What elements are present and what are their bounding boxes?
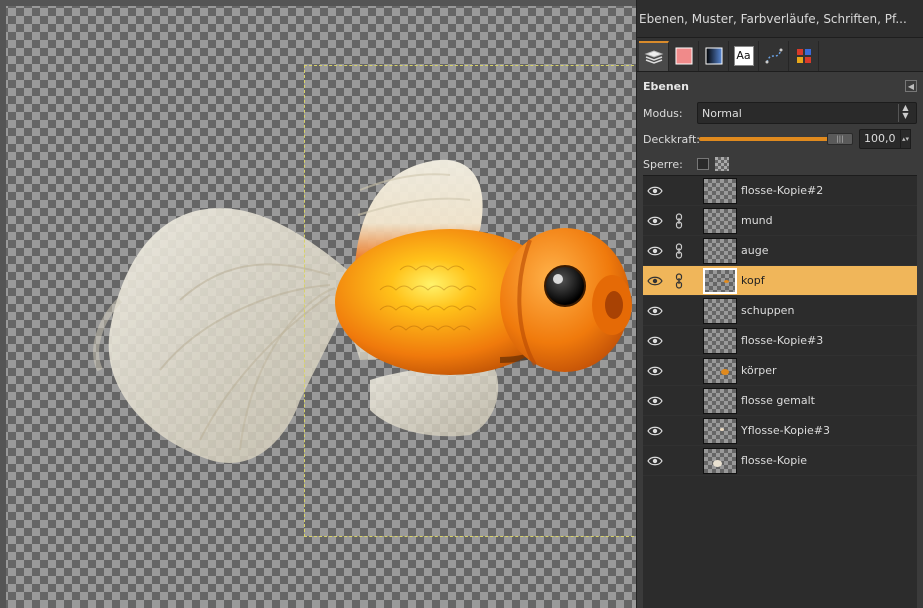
layers-list: flosse-Kopie#2 mund auge kopf schuppen flosse… [643, 175, 917, 608]
layer-name: flosse-Kopie [741, 454, 808, 467]
chain-link-icon[interactable] [667, 386, 691, 416]
layer-name: auge [741, 244, 769, 257]
layer-thumbnail [703, 237, 737, 264]
tab-paths[interactable] [759, 41, 789, 71]
chain-link-icon[interactable] [667, 296, 691, 326]
layers-icon [644, 50, 663, 64]
pattern-swatch-icon [675, 47, 692, 65]
chain-link-icon[interactable] [667, 326, 691, 356]
layer-row[interactable]: schuppen [643, 296, 917, 326]
layer-name: Yflosse-Kopie#3 [741, 424, 830, 437]
layer-name: flosse-Kopie#2 [741, 184, 824, 197]
layer-thumbnail [703, 207, 737, 234]
chain-link-icon[interactable] [667, 206, 691, 236]
layer-row[interactable]: mund [643, 206, 917, 236]
lock-pixels-checkbox[interactable] [697, 158, 709, 170]
panel-menu-button[interactable]: ◀ [905, 80, 917, 92]
tab-patterns[interactable] [669, 41, 699, 71]
tab-layers[interactable] [639, 41, 669, 71]
chevron-updown-icon: ▲ ▼ [898, 104, 912, 122]
layer-row[interactable]: kopf [643, 266, 917, 296]
chain-link-icon[interactable] [667, 446, 691, 476]
layer-name: körper [741, 364, 777, 377]
eye-icon[interactable] [643, 266, 667, 296]
layer-row[interactable]: flosse-Kopie#3 [643, 326, 917, 356]
tab-fonts[interactable]: Aa [729, 41, 759, 71]
mode-select[interactable]: Normal ▲ ▼ [697, 102, 917, 124]
layer-row[interactable]: auge [643, 236, 917, 266]
layer-name: schuppen [741, 304, 795, 317]
layer-thumbnail [703, 327, 737, 354]
paths-icon [765, 48, 782, 64]
eye-icon[interactable] [643, 176, 667, 206]
eye-icon[interactable] [643, 236, 667, 266]
tab-palettes[interactable] [789, 41, 819, 71]
eye-icon[interactable] [643, 326, 667, 356]
layers-dock: Ebenen, Muster, Farbverläufe, Schriften,… [636, 0, 923, 608]
chain-link-icon[interactable] [667, 416, 691, 446]
chain-link-icon[interactable] [667, 356, 691, 386]
triangle-left-icon: ◀ [907, 81, 915, 91]
layer-row[interactable]: Yflosse-Kopie#3 [643, 416, 917, 446]
layer-thumbnail [703, 417, 737, 444]
spin-arrows-icon[interactable]: ▴▾ [901, 129, 911, 149]
gradient-icon [705, 47, 722, 65]
layer-thumbnail [703, 177, 737, 204]
font-icon: Aa [733, 46, 754, 66]
eye-icon[interactable] [643, 446, 667, 476]
image-canvas[interactable] [0, 0, 636, 608]
opacity-slider[interactable]: ||| [697, 130, 853, 148]
slider-handle-icon[interactable]: ||| [827, 133, 853, 145]
mode-label: Modus: [643, 106, 683, 120]
layer-boundary-marquee [304, 65, 636, 537]
layer-row[interactable]: flosse-Kopie#2 [643, 176, 917, 206]
opacity-input[interactable]: 100,0 [859, 129, 901, 149]
mode-value: Normal [702, 106, 742, 120]
dock-tab-bar: Aa [637, 38, 923, 72]
lock-label: Sperre: [643, 157, 683, 171]
layer-name: flosse gemalt [741, 394, 815, 407]
chain-link-icon[interactable] [667, 176, 691, 206]
tab-gradients[interactable] [699, 41, 729, 71]
palette-icon [796, 49, 811, 63]
eye-icon[interactable] [643, 296, 667, 326]
layer-thumbnail [703, 297, 737, 324]
eye-icon[interactable] [643, 416, 667, 446]
eye-icon[interactable] [643, 386, 667, 416]
dock-title: Ebenen, Muster, Farbverläufe, Schriften,… [637, 0, 923, 38]
layer-row[interactable]: flosse-Kopie [643, 446, 917, 476]
layer-thumbnail [703, 267, 737, 294]
layer-name: flosse-Kopie#3 [741, 334, 824, 347]
layer-row[interactable]: flosse gemalt [643, 386, 917, 416]
layer-thumbnail [703, 447, 737, 474]
eye-icon[interactable] [643, 356, 667, 386]
eye-icon[interactable] [643, 206, 667, 236]
layer-name: mund [741, 214, 773, 227]
chain-link-icon[interactable] [667, 266, 691, 296]
layer-row[interactable]: körper [643, 356, 917, 386]
layer-thumbnail [703, 387, 737, 414]
panel-title: Ebenen [643, 79, 689, 93]
opacity-label: Deckkraft: [643, 132, 700, 146]
lock-alpha-icon[interactable] [715, 157, 729, 171]
layer-thumbnail [703, 357, 737, 384]
layer-name: kopf [741, 274, 765, 287]
chain-link-icon[interactable] [667, 236, 691, 266]
